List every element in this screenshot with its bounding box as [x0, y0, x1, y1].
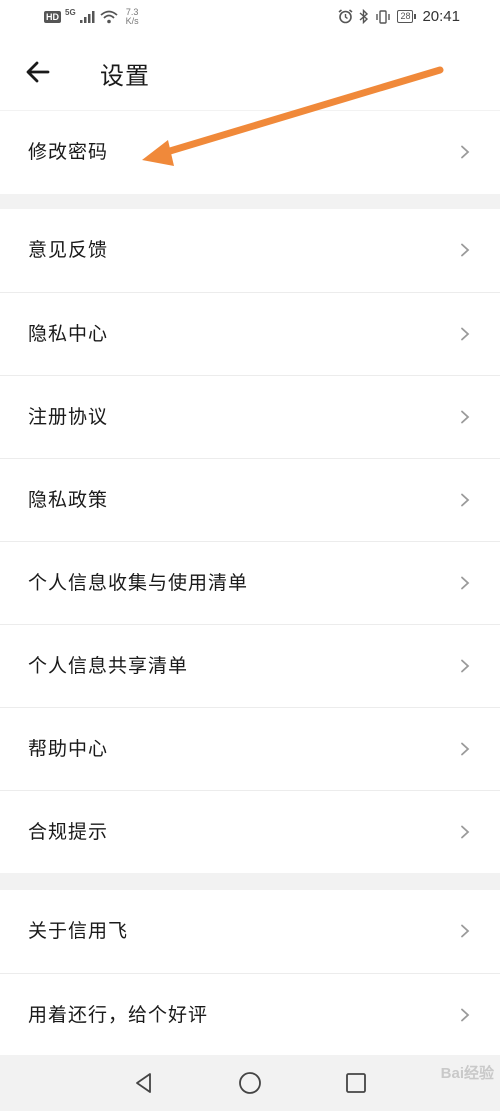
- clock: 20:41: [422, 8, 460, 25]
- status-bar: HD 5G 7.3 K/s 28 20:41: [0, 0, 500, 38]
- row-label: 隐私中心: [28, 323, 109, 345]
- row-label: 个人信息共享清单: [28, 655, 189, 677]
- row-label: 关于信用飞: [28, 920, 129, 942]
- row-label: 帮助中心: [28, 738, 109, 760]
- battery-tip: [414, 14, 417, 19]
- settings-group-info: 意见反馈 隐私中心 注册协议 隐私政策 个人信息收集与使用清单 个人信息共享清单…: [0, 209, 500, 873]
- chevron-right-icon: [461, 1008, 470, 1022]
- settings-row-data-sharing-list[interactable]: 个人信息共享清单: [0, 624, 500, 707]
- network-type: 5G: [65, 7, 76, 17]
- speed-unit: K/s: [125, 16, 139, 26]
- settings-row-privacy-policy[interactable]: 隐私政策: [0, 458, 500, 541]
- settings-group-account: 修改密码: [0, 111, 500, 194]
- wifi-icon: [100, 10, 118, 24]
- chevron-right-icon: [461, 145, 470, 159]
- settings-row-help-center[interactable]: 帮助中心: [0, 707, 500, 790]
- settings-row-data-collection-list[interactable]: 个人信息收集与使用清单: [0, 541, 500, 624]
- battery-icon: 28: [397, 10, 417, 23]
- back-triangle-icon[interactable]: [132, 1071, 156, 1095]
- alarm-icon: [338, 9, 353, 24]
- chevron-right-icon: [461, 576, 470, 590]
- hd-badge: HD: [44, 11, 61, 23]
- chevron-right-icon: [461, 243, 470, 257]
- battery-level: 28: [397, 10, 414, 23]
- settings-row-rate-app[interactable]: 用着还行，给个好评: [0, 973, 500, 1056]
- settings-row-change-password[interactable]: 修改密码: [0, 111, 500, 194]
- settings-row-privacy-center[interactable]: 隐私中心: [0, 292, 500, 375]
- row-label: 个人信息收集与使用清单: [28, 572, 249, 594]
- settings-row-compliance-notice[interactable]: 合规提示: [0, 790, 500, 873]
- status-left: HD 5G 7.3 K/s: [44, 8, 139, 26]
- row-label: 用着还行，给个好评: [28, 1004, 209, 1026]
- chevron-right-icon: [461, 924, 470, 938]
- bluetooth-icon: [359, 9, 369, 24]
- settings-row-feedback[interactable]: 意见反馈: [0, 209, 500, 292]
- recents-square-icon[interactable]: [344, 1071, 368, 1095]
- row-label: 意见反馈: [28, 239, 109, 261]
- back-arrow-icon[interactable]: [22, 56, 54, 88]
- chevron-right-icon: [461, 825, 470, 839]
- header: 设置: [0, 38, 500, 110]
- row-label: 修改密码: [28, 141, 109, 163]
- chevron-right-icon: [461, 410, 470, 424]
- watermark: Bai经验: [440, 1065, 494, 1082]
- status-right: 28 20:41: [338, 8, 460, 25]
- row-label: 注册协议: [28, 406, 109, 428]
- chevron-right-icon: [461, 327, 470, 341]
- system-nav-bar: [0, 1055, 500, 1111]
- page-title: 设置: [100, 62, 150, 90]
- chevron-right-icon: [461, 659, 470, 673]
- row-label: 隐私政策: [28, 489, 109, 511]
- vibrate-icon: [376, 9, 391, 24]
- chevron-right-icon: [461, 493, 470, 507]
- network-speed: 7.3 K/s: [126, 8, 139, 26]
- row-label: 合规提示: [28, 821, 109, 843]
- settings-row-registration-agreement[interactable]: 注册协议: [0, 375, 500, 458]
- settings-group-about: 关于信用飞 用着还行，给个好评: [0, 890, 500, 1056]
- home-circle-icon[interactable]: [238, 1071, 262, 1095]
- settings-row-about[interactable]: 关于信用飞: [0, 890, 500, 973]
- chevron-right-icon: [461, 742, 470, 756]
- signal-icon: [79, 11, 95, 23]
